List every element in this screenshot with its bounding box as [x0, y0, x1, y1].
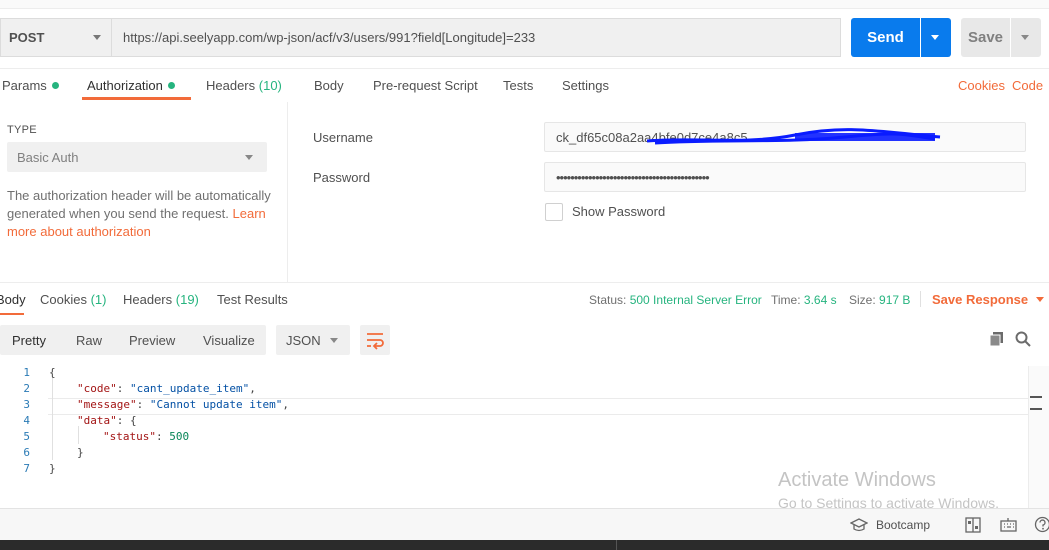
bootcamp-link[interactable]: Bootcamp	[876, 518, 930, 532]
method-label: POST	[9, 30, 45, 45]
line-number: 6	[23, 446, 30, 459]
method-select[interactable]: POST	[0, 18, 111, 57]
line-number: 1	[23, 366, 30, 379]
url-input[interactable]: https://api.seelyapp.com/wp-json/acf/v3/…	[111, 18, 841, 57]
password-field[interactable]: ••••••••••••••••••••••••••••••••••••••••…	[544, 162, 1026, 192]
send-button[interactable]: Send	[851, 18, 920, 57]
response-tabs: Body Cookies (1) Headers (19) Test Resul…	[0, 282, 1049, 315]
tab-response-cookies[interactable]: Cookies (1)	[40, 292, 106, 307]
line-number: 4	[23, 414, 30, 427]
line-number: 3	[23, 398, 30, 411]
tab-response-body[interactable]: Body	[0, 292, 26, 307]
auth-type-select[interactable]: Basic Auth	[7, 142, 267, 172]
save-response-button[interactable]: Save Response	[932, 292, 1045, 307]
chevron-down-icon	[1021, 35, 1029, 40]
send-dropdown-button[interactable]	[921, 18, 951, 57]
copy-icon[interactable]	[989, 331, 1005, 350]
tab-settings[interactable]: Settings	[562, 78, 609, 93]
show-password-label: Show Password	[572, 204, 666, 219]
code-line: "code": "cant_update_item",	[77, 382, 256, 395]
auth-type-label: TYPE	[7, 124, 37, 136]
status-dot-icon	[167, 82, 175, 89]
line-number: 7	[23, 462, 30, 475]
tab-authorization[interactable]: Authorization	[87, 78, 175, 93]
code-line: }	[77, 446, 84, 459]
cookies-link[interactable]: Cookies	[958, 78, 1005, 93]
response-body-code[interactable]: 1 2 3 4 5 6 7 { "code": "cant_update_ite…	[0, 366, 1029, 482]
view-raw-button[interactable]: Raw	[76, 333, 102, 348]
view-mode-group: Pretty Raw Preview Visualize	[0, 325, 266, 355]
response-size: Size: 917 B	[849, 293, 911, 307]
indent-guide	[78, 426, 79, 444]
os-taskbar	[0, 540, 1049, 550]
tab-params[interactable]: Params	[2, 78, 59, 93]
code-line: "status": 500	[103, 430, 190, 443]
graduation-cap-icon	[850, 518, 868, 532]
response-status: Status: 500 Internal Server Error	[589, 293, 762, 307]
line-number: 5	[23, 430, 30, 443]
two-pane-icon[interactable]	[965, 517, 981, 533]
active-response-tab-indicator	[0, 313, 24, 315]
view-preview-button[interactable]: Preview	[129, 333, 175, 348]
password-value: ••••••••••••••••••••••••••••••••••••••••…	[556, 169, 710, 185]
tab-test-results[interactable]: Test Results	[217, 292, 288, 307]
code-line: "message": "Cannot update item",	[77, 398, 289, 411]
search-icon[interactable]	[1015, 331, 1031, 350]
editor-scrollbar[interactable]	[1028, 366, 1049, 508]
code-link[interactable]: Code	[1012, 78, 1043, 93]
chevron-down-icon	[931, 35, 939, 40]
show-password-checkbox[interactable]	[545, 203, 563, 221]
code-line: }	[49, 462, 56, 475]
help-icon[interactable]	[1034, 516, 1049, 533]
view-visualize-button[interactable]: Visualize	[203, 333, 255, 348]
top-strip	[0, 0, 1049, 9]
tab-pre-request-script[interactable]: Pre-request Script	[373, 78, 478, 93]
active-tab-indicator	[82, 97, 191, 100]
tab-body[interactable]: Body	[314, 78, 344, 93]
status-bar: Bootcamp	[0, 508, 1049, 541]
activate-windows-title: Activate Windows	[778, 469, 936, 491]
response-time: Time: 3.64 s	[771, 293, 837, 307]
url-text: https://api.seelyapp.com/wp-json/acf/v3/…	[123, 30, 536, 45]
status-dot-icon	[51, 82, 59, 89]
save-dropdown-button[interactable]	[1011, 18, 1041, 57]
redaction-scribble	[646, 128, 941, 145]
format-value: JSON	[286, 333, 321, 348]
panel-divider	[287, 102, 288, 282]
username-label: Username	[313, 130, 373, 145]
indent-guide	[52, 378, 53, 460]
chevron-down-icon	[93, 35, 101, 40]
view-pretty-button[interactable]: Pretty	[12, 333, 46, 348]
chevron-down-icon	[330, 338, 338, 343]
code-line: "data": {	[77, 414, 137, 427]
chevron-down-icon	[245, 155, 253, 160]
password-label: Password	[313, 170, 371, 185]
save-button[interactable]: Save	[961, 18, 1010, 57]
keyboard-icon[interactable]	[1000, 517, 1017, 533]
wrap-lines-button[interactable]	[360, 325, 390, 355]
tab-headers[interactable]: Headers (10)	[206, 78, 282, 93]
divider	[920, 291, 921, 307]
format-select[interactable]: JSON	[276, 325, 350, 355]
username-field[interactable]: ck_df65c08a2aa4bfe0d7ce4a8c5	[544, 122, 1026, 152]
scrollbar-thumb[interactable]	[1030, 396, 1042, 410]
auth-description: The authorization header will be automat…	[7, 188, 271, 239]
tab-response-headers[interactable]: Headers (19)	[123, 292, 199, 307]
line-number: 2	[23, 382, 30, 395]
wrap-lines-icon	[367, 333, 384, 350]
auth-type-value: Basic Auth	[17, 149, 79, 165]
tab-tests[interactable]: Tests	[503, 78, 533, 93]
chevron-down-icon	[1036, 297, 1045, 302]
